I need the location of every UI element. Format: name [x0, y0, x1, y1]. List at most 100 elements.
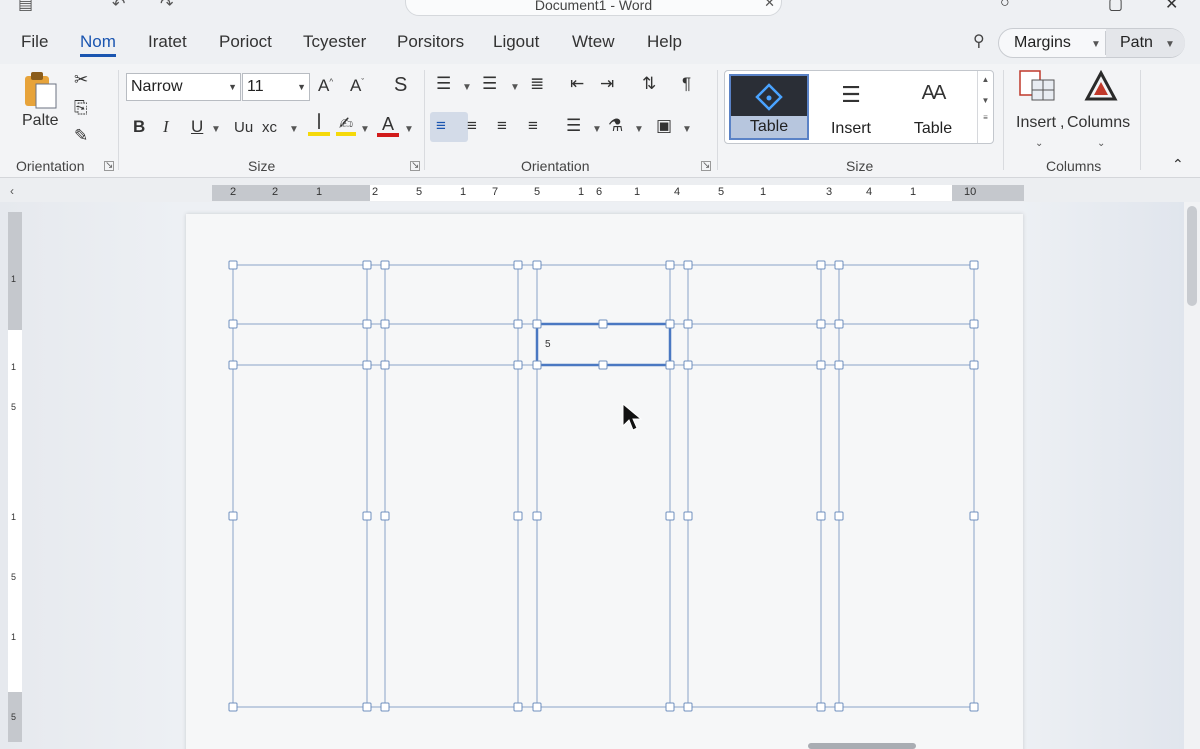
- gallery-scroll[interactable]: ▲ ▼ ≡: [977, 71, 993, 143]
- horizontal-ruler[interactable]: 2 2 1 2 5 1 7 5 1 6 1 4 5 1 3 4 1 10: [212, 185, 1024, 201]
- tab-help[interactable]: Help: [647, 32, 682, 52]
- cut-icon[interactable]: ✂: [74, 70, 88, 90]
- ruler-tick-label: 7: [492, 186, 499, 198]
- help-circle-icon[interactable]: ○: [1000, 0, 1010, 12]
- text-effects-icon[interactable]: ꟾ: [308, 114, 330, 136]
- columns-chevron-down-icon[interactable]: ⌄: [1097, 138, 1105, 149]
- align-left-icon[interactable]: ≡: [436, 116, 446, 136]
- maximize-icon[interactable]: ▢: [1108, 0, 1123, 14]
- bullets-chevron-down-icon[interactable]: ▼: [462, 82, 472, 93]
- close-window-icon[interactable]: ✕: [1165, 0, 1178, 14]
- underline-button[interactable]: U: [191, 117, 203, 137]
- strikethrough-button[interactable]: Uu: [234, 119, 253, 136]
- redo-icon[interactable]: ↷: [160, 0, 173, 14]
- numbering-chevron-down-icon[interactable]: ▼: [510, 82, 520, 93]
- undo-icon[interactable]: ↶: [112, 0, 125, 14]
- bullets-icon[interactable]: ☰: [436, 74, 451, 94]
- bold-button[interactable]: B: [133, 117, 145, 137]
- align-right-icon[interactable]: ≡: [497, 116, 507, 136]
- borders-chevron-down-icon[interactable]: ▼: [682, 124, 692, 135]
- font-launcher-icon[interactable]: ↘: [410, 161, 420, 171]
- styles-gallery: Table ☰ Insert AA Table ▲ ▼ ≡: [724, 70, 994, 144]
- tab-positors[interactable]: Porsitors: [397, 32, 464, 52]
- patn-button[interactable]: Patn: [1120, 29, 1153, 57]
- shrink-font-button[interactable]: Aˇ: [350, 76, 364, 96]
- resize-handle: [228, 319, 238, 329]
- decrease-indent-icon[interactable]: ⇤: [570, 74, 584, 94]
- margins-button[interactable]: Margins: [1014, 29, 1071, 57]
- highlight-icon[interactable]: ✍: [336, 114, 356, 136]
- scroll-up-icon[interactable]: ▲: [978, 75, 993, 84]
- grow-font-button[interactable]: A^: [318, 76, 333, 96]
- tab-insert[interactable]: Iratet: [148, 32, 187, 52]
- paragraph-launcher-icon[interactable]: ↘: [701, 161, 711, 171]
- insert-button[interactable]: Insert: [1016, 114, 1056, 132]
- shading-chevron-down-icon[interactable]: ▼: [634, 124, 644, 135]
- chevron-down-icon[interactable]: ▼: [228, 82, 237, 92]
- tab-tester[interactable]: Tcyester: [303, 32, 366, 52]
- resize-handle: [834, 260, 844, 270]
- copy-icon[interactable]: ⎘: [74, 98, 88, 118]
- collapse-ribbon-icon[interactable]: ⌃: [1172, 156, 1184, 173]
- tab-project[interactable]: Porioct: [219, 32, 272, 52]
- lightbulb-icon[interactable]: ⚲: [973, 31, 985, 51]
- title-search-box[interactable]: Document1 - Word ✕: [405, 0, 782, 16]
- resize-handle: [816, 360, 826, 370]
- highlight-chevron-down-icon[interactable]: ▼: [360, 124, 370, 135]
- scroll-thumb[interactable]: [1187, 206, 1197, 306]
- vertical-scrollbar[interactable]: [1184, 202, 1200, 749]
- scroll-down-icon[interactable]: ▼: [978, 96, 993, 105]
- line-spacing-icon[interactable]: ☰: [566, 116, 581, 136]
- resize-handle: [683, 319, 693, 329]
- justify-icon[interactable]: ≡: [528, 116, 538, 136]
- close-search-icon[interactable]: ✕: [764, 0, 775, 11]
- tab-view[interactable]: Wtew: [572, 32, 615, 52]
- insert-chevron-down-icon[interactable]: ⌄: [1035, 138, 1043, 149]
- resize-handle: [362, 360, 372, 370]
- font-group-label: Size: [248, 158, 276, 174]
- columns-triangle-icon[interactable]: [1084, 70, 1118, 102]
- borders-icon[interactable]: ▣: [656, 116, 672, 136]
- show-marks-icon[interactable]: ¶: [682, 74, 691, 94]
- align-center-icon[interactable]: ≡: [467, 116, 477, 136]
- clipboard-group-label: Orientation: [16, 158, 85, 174]
- selected-cell-text[interactable]: 5: [545, 339, 551, 350]
- shading-icon[interactable]: ⚗: [608, 116, 623, 136]
- line-spacing-chevron-down-icon[interactable]: ▼: [592, 124, 602, 135]
- paste-icon[interactable]: [22, 70, 60, 110]
- multilevel-list-icon[interactable]: ≣: [530, 74, 544, 94]
- margins-chevron-down-icon[interactable]: ▼: [1091, 39, 1101, 50]
- subscript-button[interactable]: xc: [262, 119, 277, 136]
- style-table-selected[interactable]: Table: [729, 74, 809, 140]
- style-table-2[interactable]: AA Table: [893, 74, 973, 140]
- format-painter-icon[interactable]: ✎: [74, 126, 88, 146]
- font-name-combo[interactable]: Narrow ▼: [126, 73, 241, 101]
- numbering-icon[interactable]: ☰: [482, 74, 497, 94]
- chevron-left-icon[interactable]: ‹: [10, 184, 14, 198]
- sort-icon[interactable]: ⇅: [642, 74, 656, 94]
- increase-indent-icon[interactable]: ⇥: [600, 74, 614, 94]
- font-color-button[interactable]: A: [377, 114, 399, 137]
- ruler-tick-label: 5: [534, 186, 541, 198]
- subscript-chevron-down-icon[interactable]: ▼: [289, 124, 299, 135]
- font-color-chevron-down-icon[interactable]: ▼: [404, 124, 414, 135]
- resize-handle: [683, 260, 693, 270]
- chevron-down-icon[interactable]: ▼: [297, 82, 306, 92]
- tab-file[interactable]: File: [21, 32, 48, 52]
- font-size-combo[interactable]: 11 ▼: [242, 73, 310, 101]
- table-grid[interactable]: [0, 202, 1184, 749]
- patn-chevron-down-icon[interactable]: ▼: [1165, 39, 1175, 50]
- gallery-more-icon[interactable]: ≡: [978, 113, 993, 122]
- clipboard-launcher-icon[interactable]: ↘: [104, 161, 114, 171]
- horizontal-scroll-thumb[interactable]: [808, 743, 916, 749]
- italic-button[interactable]: I: [163, 117, 169, 137]
- clear-format-icon[interactable]: S: [394, 74, 407, 97]
- tab-layout[interactable]: Ligout: [493, 32, 539, 52]
- insert-table-icon[interactable]: [1018, 68, 1058, 104]
- save-icon[interactable]: ▤: [18, 0, 33, 14]
- style-insert[interactable]: ☰ Insert: [811, 74, 891, 140]
- resize-handle: [969, 511, 979, 521]
- tab-home[interactable]: Nom: [80, 32, 116, 57]
- underline-chevron-down-icon[interactable]: ▼: [211, 124, 221, 135]
- columns-button[interactable]: Columns: [1067, 114, 1130, 132]
